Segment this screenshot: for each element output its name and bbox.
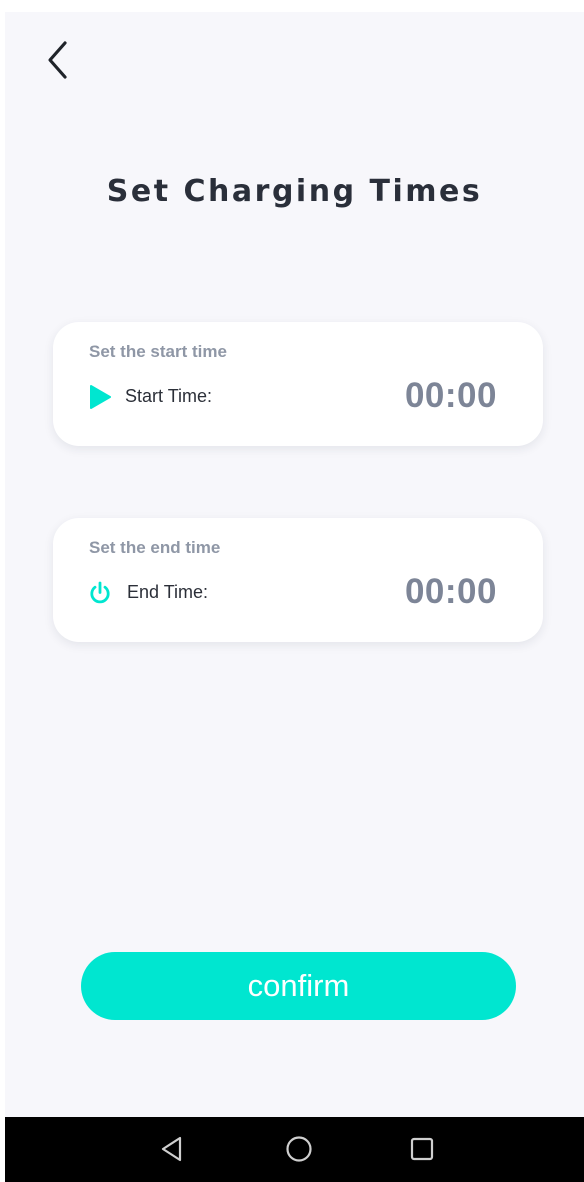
back-button[interactable] (38, 40, 78, 80)
start-time-label: Start Time: (125, 386, 213, 406)
nav-recents-button[interactable] (404, 1131, 440, 1167)
confirm-button[interactable]: confirm (81, 952, 516, 1020)
page-title: Set Charging Times (106, 174, 483, 209)
circle-home-icon (286, 1136, 312, 1162)
start-time-value[interactable]: 00:00 (405, 376, 497, 416)
system-navigation-bar (5, 1117, 584, 1182)
end-time-label: End Time: (127, 582, 209, 602)
nav-home-button[interactable] (281, 1131, 317, 1167)
chevron-left-icon (48, 41, 67, 79)
nav-back-button[interactable] (154, 1131, 190, 1167)
play-icon (87, 384, 113, 410)
start-time-card[interactable]: Set the start time Start Time: 00:00 (53, 322, 543, 446)
start-time-caption: Set the start time (89, 342, 227, 361)
app-screen: Set Charging Times Set the start time St… (5, 12, 584, 1117)
square-recents-icon (410, 1137, 434, 1161)
power-icon (87, 580, 113, 606)
end-time-caption: Set the end time (89, 538, 221, 557)
end-time-value[interactable]: 00:00 (405, 572, 497, 612)
end-time-card[interactable]: Set the end time End Time: 00:00 (53, 518, 543, 642)
triangle-back-icon (161, 1136, 182, 1162)
